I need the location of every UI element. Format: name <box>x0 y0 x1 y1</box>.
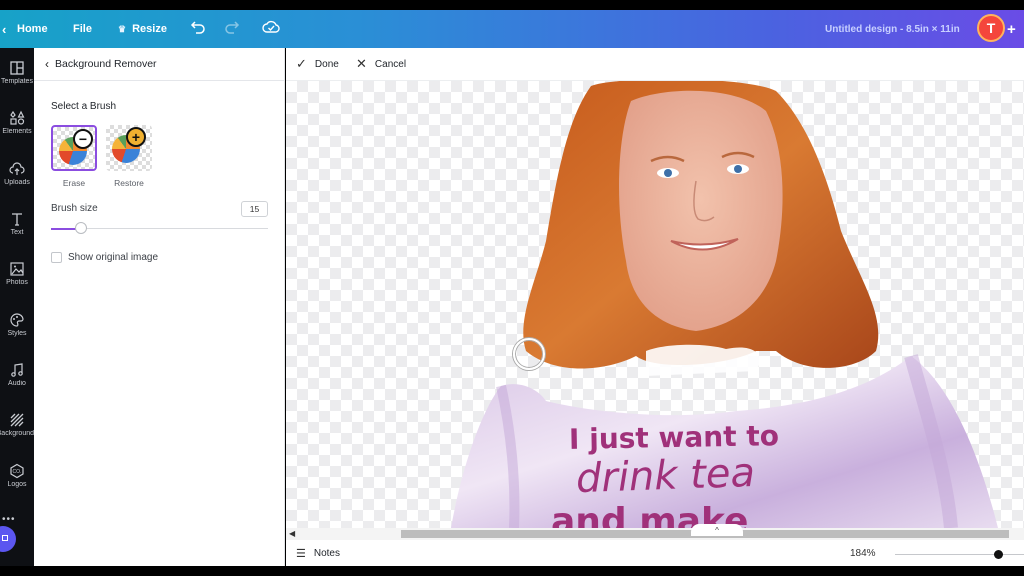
zoom-slider[interactable] <box>895 550 1024 559</box>
add-collaborator-button[interactable]: + <box>1007 21 1016 38</box>
rail-item-uploads[interactable]: Uploads <box>0 159 34 203</box>
undo-icon[interactable] <box>190 19 206 40</box>
redo-icon[interactable] <box>224 19 240 40</box>
rail-label: Elements <box>2 128 32 135</box>
logos-icon: CO. <box>10 463 24 479</box>
templates-icon <box>10 61 24 75</box>
panel-title[interactable]: Background Remover <box>55 58 157 70</box>
zoom-level[interactable]: 184% <box>850 548 876 559</box>
notes-button[interactable]: ☰ Notes <box>296 547 340 560</box>
rail-label: Styles <box>7 330 27 337</box>
erased-neck-region <box>646 344 760 376</box>
brush-size-input[interactable]: 15 <box>241 201 268 217</box>
back-chevron-icon[interactable]: ‹ <box>45 57 49 71</box>
notes-label: Notes <box>313 548 340 559</box>
zoom-slider-thumb[interactable] <box>994 550 1004 559</box>
action-bar: ✓ Done ✕ Cancel <box>286 48 1024 81</box>
resize-label: Resize <box>132 23 167 35</box>
rail-item-styles[interactable]: Styles <box>0 310 34 354</box>
magic-action-button[interactable] <box>0 526 16 552</box>
audio-icon <box>11 363 23 377</box>
face <box>619 90 783 331</box>
panel-header: ‹ Background Remover <box>34 48 285 81</box>
background-icon <box>10 413 24 427</box>
background-remover-panel: ‹ Background Remover Select a Brush − + … <box>34 48 285 566</box>
design-title[interactable]: Untitled design - 8.5in × 11in <box>825 24 960 35</box>
back-chevron-icon[interactable]: ‹ <box>2 22 6 37</box>
brush-size-slider-thumb[interactable] <box>75 222 88 234</box>
photos-icon <box>10 262 24 276</box>
shirt-text-line: drink tea <box>575 449 756 503</box>
scroll-left-arrow-icon[interactable]: ◀ <box>289 529 295 538</box>
rail-item-templates[interactable]: Templates <box>0 58 34 102</box>
brush-size-label: Brush size <box>51 203 98 214</box>
styles-icon <box>10 313 24 327</box>
show-original-toggle[interactable]: Show original image <box>51 252 158 263</box>
design-canvas[interactable]: I just want to drink tea and make <box>286 81 1024 528</box>
minus-icon: − <box>73 129 93 149</box>
rail-item-logos[interactable]: CO. Logos <box>0 461 34 505</box>
rail-label: Audio <box>8 380 26 387</box>
svg-text:CO.: CO. <box>13 469 22 475</box>
rail-label: Text <box>10 229 24 236</box>
user-avatar[interactable]: T <box>977 14 1005 42</box>
cancel-button[interactable]: ✕ Cancel <box>356 56 406 72</box>
crown-icon: ♛ <box>118 23 127 34</box>
app-frame: ‹ Home File ♛ Resize Untitled design - 8… <box>0 0 1024 576</box>
rail-label: Uploads <box>4 179 30 186</box>
page-panel-toggle[interactable]: ^ <box>691 524 743 536</box>
text-icon <box>12 213 22 226</box>
plus-icon: + <box>126 127 146 147</box>
rail-item-text[interactable]: Text <box>0 209 34 253</box>
show-original-checkbox[interactable] <box>51 252 62 263</box>
rail-item-audio[interactable]: Audio <box>0 360 34 404</box>
top-bar: ‹ Home File ♛ Resize Untitled design - 8… <box>0 10 1024 48</box>
file-menu-button[interactable]: File <box>73 23 92 35</box>
erase-brush-button[interactable]: − <box>51 125 97 171</box>
rail-label: Logos <box>7 481 27 488</box>
elements-icon <box>10 110 25 125</box>
footer-bar: ☰ Notes 184% <box>286 540 1024 566</box>
rail-item-elements[interactable]: Elements <box>0 108 34 152</box>
brush-cursor[interactable] <box>513 338 545 370</box>
rail-label: Templates <box>1 78 33 85</box>
check-icon: ✓ <box>296 56 307 71</box>
cloud-saved-icon[interactable] <box>262 18 280 41</box>
restore-label: Restore <box>114 178 144 188</box>
uploads-icon <box>9 162 25 175</box>
left-rail: Templates Elements Uploads Text Photos S… <box>0 48 34 566</box>
brush-size-slider[interactable] <box>51 222 268 234</box>
done-label: Done <box>314 58 339 70</box>
rail-item-background[interactable]: Background <box>0 410 34 454</box>
magic-icon <box>2 535 8 541</box>
show-original-label: Show original image <box>68 252 159 263</box>
rail-label: Photos <box>6 279 28 286</box>
notes-icon: ☰ <box>296 548 306 560</box>
resize-button[interactable]: ♛ Resize <box>118 23 167 35</box>
cancel-label: Cancel <box>374 58 407 70</box>
home-button[interactable]: Home <box>17 23 48 35</box>
close-icon: ✕ <box>356 56 367 71</box>
rail-item-photos[interactable]: Photos <box>0 259 34 303</box>
section-title: Select a Brush <box>51 101 117 112</box>
done-button[interactable]: ✓ Done <box>296 56 339 72</box>
more-icon[interactable]: ••• <box>2 514 16 525</box>
restore-brush-button[interactable]: + <box>106 125 152 171</box>
horizontal-scrollbar[interactable]: ◀ ^ <box>286 524 1024 540</box>
erase-label: Erase <box>62 178 86 188</box>
rail-label: Background <box>0 430 34 437</box>
